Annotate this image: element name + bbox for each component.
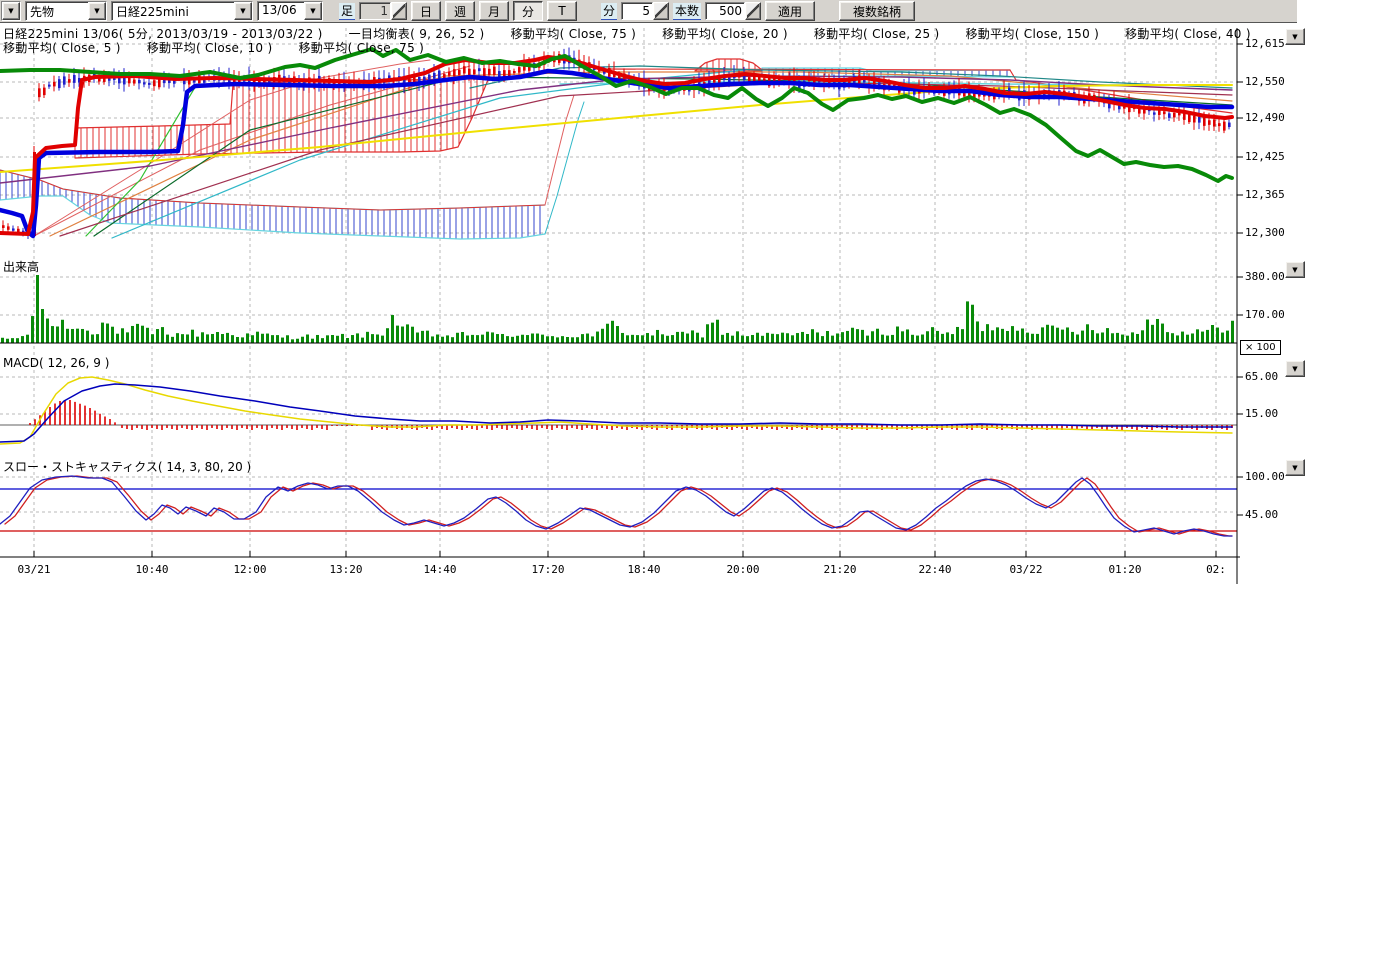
stochastics-pane-label: スロー・ストキャスティクス( 14, 3, 80, 20 ) [3,458,251,475]
legend-item: 移動平均( Close, 25 ) [814,27,940,41]
x-axis-label: 17:20 [531,563,564,576]
stochastics-pane [0,476,1237,536]
y-axis-label: 65.00 [1245,370,1278,383]
chart-legend-line2: 移動平均( Close, 5 ) 移動平均( Close, 10 ) 移動平均( C… [3,39,450,56]
x-axis-label: 03/22 [1009,563,1042,576]
price-scale-dropdown-button[interactable]: ▼ [1285,28,1305,45]
x-axis-label: 22:40 [918,563,951,576]
macd-pane-label: MACD( 12, 26, 9 ) [3,356,109,370]
legend-item: 移動平均( Close, 150 ) [966,27,1100,41]
y-axis-label: 12,300 [1245,226,1285,239]
x-axis-label: 02: [1206,563,1226,576]
x-axis-label: 03/21 [17,563,50,576]
y-axis-label: 12,365 [1245,188,1285,201]
x-axis-label: 12:00 [233,563,266,576]
legend-item: 移動平均( Close, 20 ) [662,27,788,41]
volume-scale-dropdown-button[interactable]: ▼ [1285,261,1305,278]
x-axis-label: 10:40 [135,563,168,576]
volume-bars [0,275,1237,343]
y-axis-label: 12,425 [1245,150,1285,163]
legend-item: 移動平均( Close, 40 ) [1125,27,1251,41]
y-axis-label: 12,550 [1245,75,1285,88]
legend-item: 移動平均( Close, 75 ) [298,41,424,55]
x-axis-label: 20:00 [726,563,759,576]
y-axis-label: 100.00 [1245,470,1285,483]
y-axis-label: 170.00 [1245,308,1285,321]
x-axis-label: 13:20 [329,563,362,576]
y-axis-label: 45.00 [1245,508,1278,521]
y-axis-label: 380.00 [1245,270,1285,283]
chart-application-window: ▼ 先物 ▼ 日経225mini ▼ 13/06 ▼ 足 1 日 週 月 分 T… [0,0,1392,956]
y-axis-label: 12,490 [1245,111,1285,124]
stoch-scale-dropdown-button[interactable]: ▼ [1285,459,1305,476]
x-axis-label: 14:40 [423,563,456,576]
legend-item: 移動平均( Close, 5 ) [3,41,121,55]
legend-item: 移動平均( Close, 10 ) [147,41,273,55]
volume-pane-label: 出来高 [3,258,39,275]
x-axis-label: 21:20 [823,563,856,576]
chart-canvas [0,0,1392,956]
volume-multiplier-badge: × 100 [1240,340,1281,355]
macd-scale-dropdown-button[interactable]: ▼ [1285,360,1305,377]
legend-item: 移動平均( Close, 75 ) [510,27,636,41]
macd-pane [0,377,1237,444]
x-axis-label: 18:40 [627,563,660,576]
x-axis-label: 01:20 [1108,563,1141,576]
y-axis-label: 15.00 [1245,407,1278,420]
